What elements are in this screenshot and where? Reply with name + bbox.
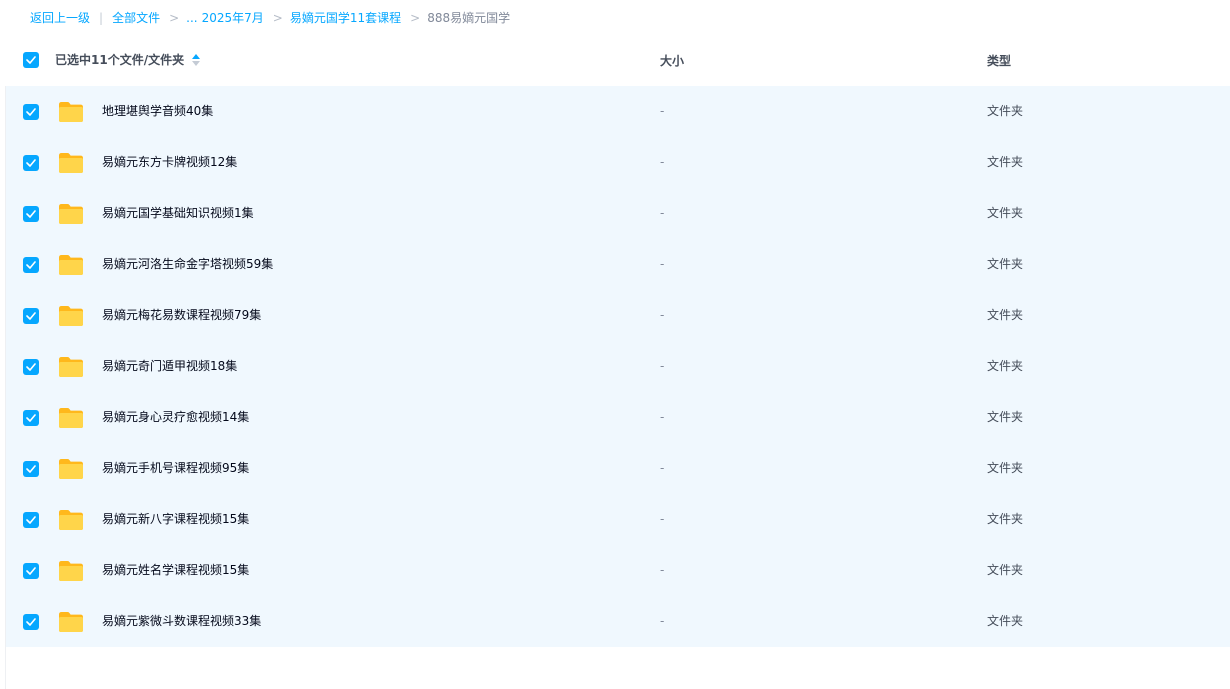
- file-type: 文件夹: [987, 359, 1024, 373]
- file-type: 文件夹: [987, 257, 1024, 271]
- folder-icon: [59, 306, 83, 326]
- breadcrumb: 返回上一级 | 全部文件 > ... 2025年7月 > 易嫡元国学11套课程 …: [30, 9, 510, 27]
- file-type: 文件夹: [987, 563, 1024, 577]
- checkmark-icon: [26, 516, 36, 524]
- file-type: 文件夹: [987, 461, 1024, 475]
- row-checkbox[interactable]: [23, 461, 39, 477]
- folder-icon: [59, 204, 83, 224]
- folder-icon: [59, 612, 83, 632]
- file-row[interactable]: 地理堪舆学音频40集 - 文件夹: [6, 86, 1230, 137]
- folder-icon: [59, 408, 83, 428]
- sort-icon[interactable]: [192, 54, 201, 66]
- checkmark-icon: [26, 312, 36, 320]
- file-size: -: [660, 512, 665, 526]
- row-checkbox[interactable]: [23, 614, 39, 630]
- file-size: -: [660, 410, 665, 424]
- file-size: -: [660, 461, 665, 475]
- file-row[interactable]: 易嫡元手机号课程视频95集 - 文件夹: [6, 443, 1230, 494]
- file-name[interactable]: 易嫡元新八字课程视频15集: [102, 510, 249, 528]
- file-size: -: [660, 563, 665, 577]
- file-name[interactable]: 易嫡元手机号课程视频95集: [102, 459, 249, 477]
- checkmark-icon: [26, 56, 36, 64]
- file-size: -: [660, 104, 665, 118]
- checkmark-icon: [26, 159, 36, 167]
- file-row[interactable]: 易嫡元梅花易数课程视频79集 - 文件夹: [6, 290, 1230, 341]
- folder-icon: [59, 153, 83, 173]
- checkmark-icon: [26, 363, 36, 371]
- file-browser: 返回上一级 | 全部文件 > ... 2025年7月 > 易嫡元国学11套课程 …: [0, 0, 1230, 689]
- folder-icon: [59, 357, 83, 377]
- breadcrumb-item-course[interactable]: 易嫡元国学11套课程: [290, 9, 401, 27]
- folder-icon: [59, 459, 83, 479]
- file-name[interactable]: 易嫡元东方卡牌视频12集: [102, 153, 237, 171]
- file-row[interactable]: 易嫡元河洛生命金字塔视频59集 - 文件夹: [6, 239, 1230, 290]
- folder-icon: [59, 561, 83, 581]
- checkmark-icon: [26, 567, 36, 575]
- file-name[interactable]: 易嫡元国学基础知识视频1集: [102, 204, 254, 222]
- column-header-size[interactable]: 大小: [660, 52, 684, 70]
- file-row[interactable]: 易嫡元身心灵疗愈视频14集 - 文件夹: [6, 392, 1230, 443]
- file-name[interactable]: 地理堪舆学音频40集: [102, 102, 213, 120]
- file-name[interactable]: 易嫡元身心灵疗愈视频14集: [102, 408, 249, 426]
- file-size: -: [660, 308, 665, 322]
- file-type: 文件夹: [987, 104, 1024, 118]
- checkmark-icon: [26, 108, 36, 116]
- file-type: 文件夹: [987, 308, 1024, 322]
- file-size: -: [660, 155, 665, 169]
- row-checkbox[interactable]: [23, 206, 39, 222]
- file-row[interactable]: 易嫡元姓名学课程视频15集 - 文件夹: [6, 545, 1230, 596]
- checkmark-icon: [26, 261, 36, 269]
- file-list: 地理堪舆学音频40集 - 文件夹 易嫡元东方卡牌视频12集 - 文件夹 易嫡元国学基础知识视…: [6, 86, 1230, 647]
- row-checkbox[interactable]: [23, 410, 39, 426]
- file-name[interactable]: 易嫡元奇门遁甲视频18集: [102, 357, 237, 375]
- file-row[interactable]: 易嫡元国学基础知识视频1集 - 文件夹: [6, 188, 1230, 239]
- select-all-checkbox[interactable]: [23, 52, 39, 68]
- row-checkbox[interactable]: [23, 257, 39, 273]
- column-header-type[interactable]: 类型: [987, 52, 1011, 70]
- checkmark-icon: [26, 210, 36, 218]
- file-row[interactable]: 易嫡元东方卡牌视频12集 - 文件夹: [6, 137, 1230, 188]
- chevron-right-icon: >: [410, 11, 421, 25]
- file-name[interactable]: 易嫡元紫微斗数课程视频33集: [102, 612, 261, 630]
- checkmark-icon: [26, 465, 36, 473]
- file-size: -: [660, 257, 665, 271]
- row-checkbox[interactable]: [23, 359, 39, 375]
- file-row[interactable]: 易嫡元新八字课程视频15集 - 文件夹: [6, 494, 1230, 545]
- row-checkbox[interactable]: [23, 563, 39, 579]
- breadcrumb-current: 888易嫡元国学: [427, 11, 511, 25]
- breadcrumb-divider: |: [99, 11, 104, 25]
- row-checkbox[interactable]: [23, 512, 39, 528]
- breadcrumb-item-month[interactable]: 2025年7月: [202, 9, 264, 27]
- breadcrumb-ellipsis[interactable]: ...: [186, 9, 197, 27]
- folder-icon: [59, 510, 83, 530]
- file-type: 文件夹: [987, 614, 1024, 628]
- file-row[interactable]: 易嫡元奇门遁甲视频18集 - 文件夹: [6, 341, 1230, 392]
- file-type: 文件夹: [987, 410, 1024, 424]
- row-checkbox[interactable]: [23, 104, 39, 120]
- file-name[interactable]: 易嫡元姓名学课程视频15集: [102, 561, 249, 579]
- selection-count-label: 已选中11个文件/文件夹: [55, 53, 185, 67]
- file-type: 文件夹: [987, 206, 1024, 220]
- selection-summary[interactable]: 已选中11个文件/文件夹: [55, 51, 201, 69]
- row-checkbox[interactable]: [23, 155, 39, 171]
- checkmark-icon: [26, 618, 36, 626]
- file-type: 文件夹: [987, 512, 1024, 526]
- row-checkbox[interactable]: [23, 308, 39, 324]
- list-header: 已选中11个文件/文件夹 大小 类型: [0, 40, 1230, 82]
- checkmark-icon: [26, 414, 36, 422]
- breadcrumb-all-files[interactable]: 全部文件: [112, 9, 160, 27]
- file-type: 文件夹: [987, 155, 1024, 169]
- folder-icon: [59, 102, 83, 122]
- folder-icon: [59, 255, 83, 275]
- file-name[interactable]: 易嫡元河洛生命金字塔视频59集: [102, 255, 273, 273]
- file-name[interactable]: 易嫡元梅花易数课程视频79集: [102, 306, 261, 324]
- chevron-right-icon: >: [272, 11, 283, 25]
- file-size: -: [660, 359, 665, 373]
- back-link[interactable]: 返回上一级: [30, 9, 90, 27]
- file-row[interactable]: 易嫡元紫微斗数课程视频33集 - 文件夹: [6, 596, 1230, 647]
- file-size: -: [660, 614, 665, 628]
- file-size: -: [660, 206, 665, 220]
- chevron-right-icon: >: [169, 11, 180, 25]
